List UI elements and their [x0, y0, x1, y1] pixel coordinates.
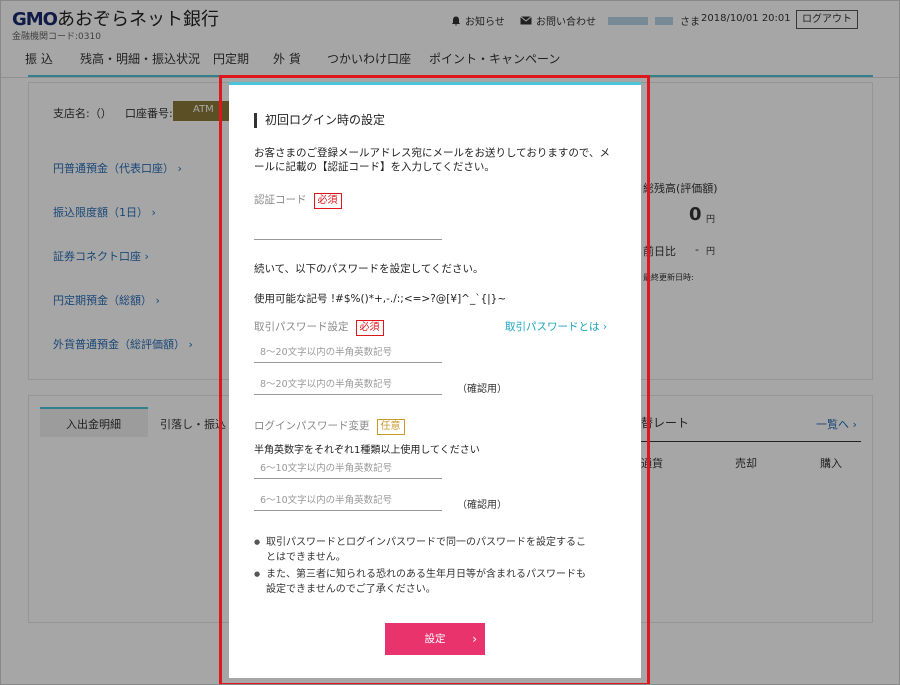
screenshot-border [0, 0, 900, 685]
